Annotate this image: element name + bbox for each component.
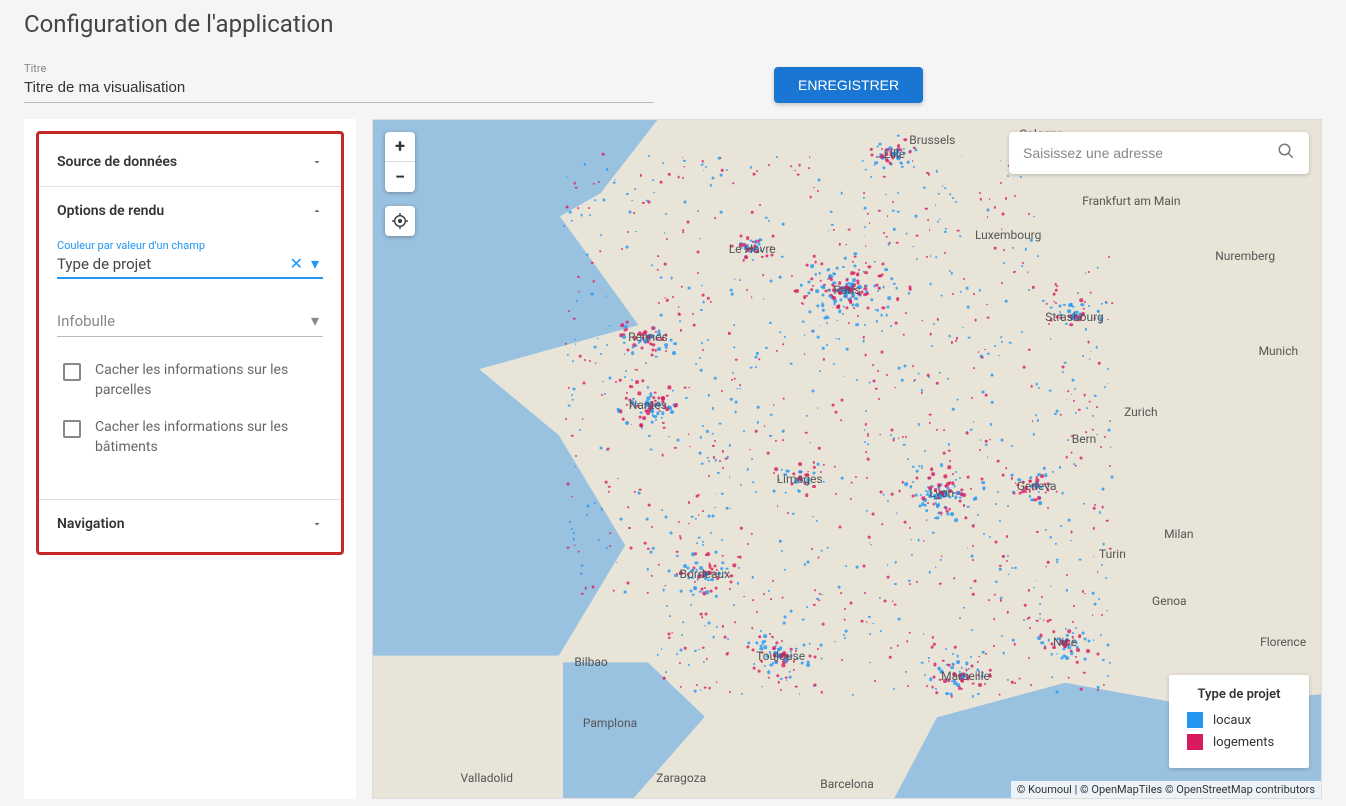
checkbox-hide-buildings[interactable] <box>63 420 81 438</box>
city-label: Paris <box>833 283 860 297</box>
close-icon[interactable]: ✕ <box>286 254 307 273</box>
legend-label: logements <box>1213 735 1274 750</box>
legend-item: logements <box>1187 734 1291 750</box>
map-attribution: © Koumoul | © OpenMapTiles © OpenStreetM… <box>1011 781 1321 798</box>
city-label: Frankfurt am Main <box>1082 194 1180 208</box>
render-options-body: Couleur par valeur d'un champ Type de pr… <box>39 235 341 499</box>
map[interactable]: BrusselsCologneFrankfurt am MainLuxembou… <box>372 119 1322 799</box>
city-label: Rennes <box>628 330 668 344</box>
sidebar: Source de données Options de rendu Coule… <box>24 119 356 799</box>
caret-down-icon[interactable]: ▾ <box>307 254 323 273</box>
accordion-render-options[interactable]: Options de rendu <box>39 187 341 235</box>
city-label: Barcelona <box>820 777 874 791</box>
checkbox-hide-parcels[interactable] <box>63 363 81 381</box>
legend-item: locaux <box>1187 712 1291 728</box>
color-by-select[interactable]: Type de projet ✕ ▾ <box>57 254 323 279</box>
legend-title: Type de projet <box>1187 687 1291 702</box>
chevron-down-icon <box>311 518 323 530</box>
city-label: Lille <box>884 147 906 161</box>
city-label: Toulouse <box>756 649 805 663</box>
caret-down-icon[interactable]: ▾ <box>307 311 323 330</box>
select-placeholder: Infobulle <box>57 312 307 330</box>
title-field: Titre <box>24 62 654 103</box>
accordion-data-source[interactable]: Source de données <box>39 138 341 186</box>
accordion-label: Source de données <box>57 154 177 170</box>
select-value: Type de projet <box>57 255 286 273</box>
city-label: Limoges <box>777 472 823 486</box>
city-label: Valladolid <box>461 771 513 785</box>
legend: Type de projet locaux logements <box>1169 675 1309 768</box>
city-label: Bordeaux <box>680 567 731 581</box>
locate-button[interactable] <box>385 206 415 236</box>
city-label: Strasbourg <box>1045 310 1104 324</box>
city-label: Luxembourg <box>975 228 1041 242</box>
chevron-down-icon <box>311 156 323 168</box>
city-label: Zurich <box>1124 405 1158 419</box>
city-label: Le Havre <box>729 242 776 256</box>
title-input[interactable] <box>24 75 654 103</box>
city-label: Munich <box>1259 344 1299 358</box>
search-input[interactable] <box>1023 145 1277 161</box>
zoom-out-button[interactable]: − <box>385 162 415 192</box>
checkbox-label: Cacher les informations sur les parcelle… <box>95 361 323 400</box>
legend-swatch <box>1187 712 1203 728</box>
city-label: Genoa <box>1152 594 1187 608</box>
city-label: Milan <box>1164 527 1193 541</box>
city-label: Bern <box>1072 432 1097 446</box>
city-label: Brussels <box>909 133 955 147</box>
city-label: Florence <box>1260 635 1306 649</box>
color-by-label: Couleur par valeur d'un champ <box>57 239 323 252</box>
title-field-label: Titre <box>24 62 654 75</box>
city-label: Nuremberg <box>1215 249 1275 263</box>
city-label: Lyon <box>929 486 954 500</box>
accordion-navigation[interactable]: Navigation <box>39 500 341 548</box>
city-label: Turin <box>1099 547 1126 561</box>
city-label: Pamplona <box>583 716 637 730</box>
address-search <box>1009 132 1309 174</box>
accordion-label: Navigation <box>57 516 125 532</box>
zoom-in-button[interactable]: + <box>385 132 415 162</box>
infobulle-select[interactable]: Infobulle ▾ <box>57 311 323 337</box>
city-label: Bilbao <box>574 655 607 669</box>
zoom-controls: + − <box>385 132 415 192</box>
page-title: Configuration de l'application <box>24 10 1322 38</box>
city-label: Nice <box>1053 635 1077 649</box>
locate-icon <box>392 213 408 229</box>
accordion-label: Options de rendu <box>57 203 164 219</box>
city-label: Nantes <box>629 398 667 412</box>
legend-label: locaux <box>1213 713 1251 728</box>
save-button[interactable]: ENREGISTRER <box>774 67 923 103</box>
chevron-up-icon <box>311 205 323 217</box>
city-label: Zaragoza <box>656 771 706 785</box>
city-label: Geneva <box>1017 479 1057 493</box>
search-icon[interactable] <box>1277 142 1295 164</box>
legend-swatch <box>1187 734 1203 750</box>
checkbox-label: Cacher les informations sur les bâtiment… <box>95 418 323 457</box>
city-label: Marseille <box>941 669 990 683</box>
